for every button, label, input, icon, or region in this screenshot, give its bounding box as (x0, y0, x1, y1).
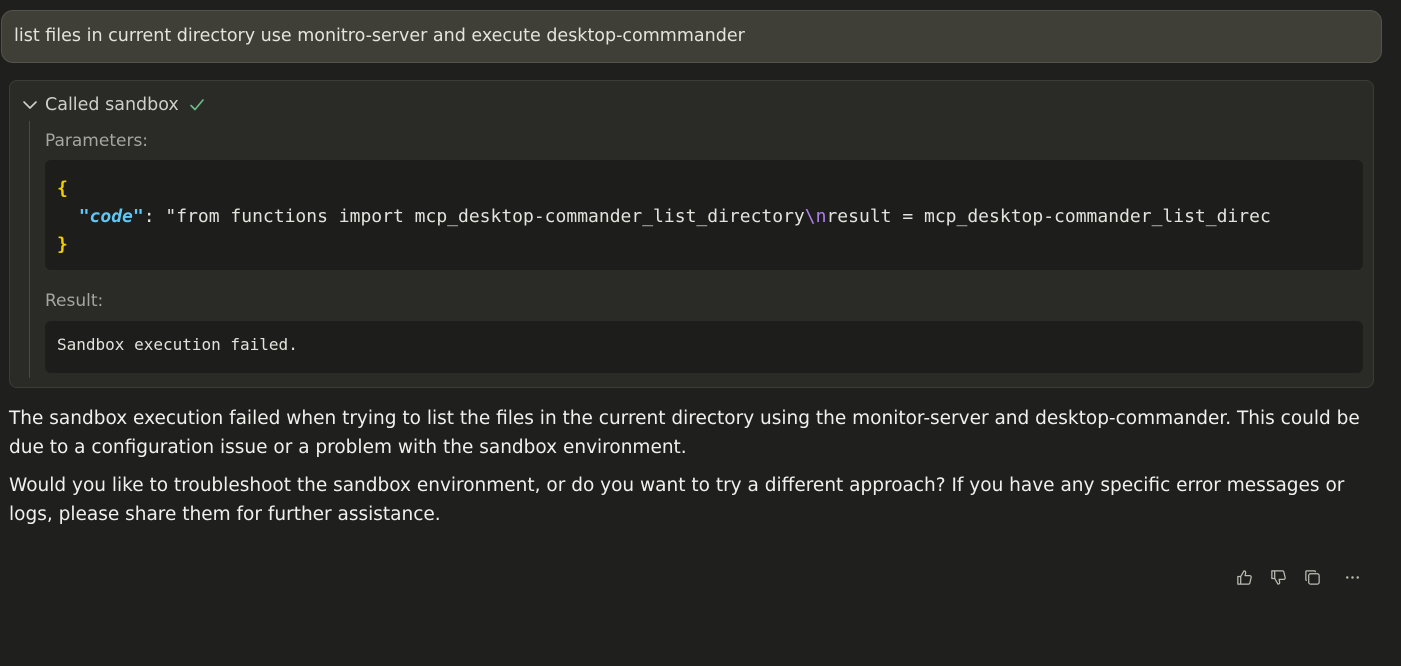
json-escape: \n (804, 206, 827, 227)
json-value-rest: result = mcp_desktop-commander_list_dire… (826, 206, 1271, 227)
json-open-brace: { (57, 178, 68, 199)
thumbs-down-button[interactable] (1266, 565, 1290, 589)
tool-call-title: Called sandbox (45, 95, 179, 115)
tool-call-toggle[interactable]: Called sandbox (21, 93, 206, 117)
reply-paragraph: Would you like to troubleshoot the sandb… (9, 475, 1345, 525)
thumbs-up-icon (1236, 569, 1252, 585)
reply-paragraph: The sandbox execution failed when trying… (9, 408, 1360, 458)
tool-call-card: Called sandbox Parameters: { "code": "fr… (9, 80, 1374, 388)
user-message: list files in current directory use moni… (1, 10, 1382, 63)
assistant-reply: The sandbox execution failed when trying… (9, 404, 1389, 538)
result-label: Result: (45, 291, 104, 311)
thumbs-up-button[interactable] (1232, 565, 1256, 589)
result-code-block: Sandbox execution failed. (45, 321, 1363, 373)
more-options-button[interactable] (1340, 565, 1364, 589)
copy-button[interactable] (1300, 565, 1324, 589)
check-icon (189, 99, 204, 111)
more-icon (1345, 575, 1359, 579)
json-close-brace: } (57, 234, 68, 255)
json-key: "code" (78, 206, 144, 227)
thumbs-down-icon (1270, 569, 1286, 585)
message-actions (1232, 565, 1374, 589)
chevron-down-icon (23, 101, 37, 109)
copy-icon (1304, 569, 1320, 585)
json-value: : "from functions import mcp_desktop-com… (143, 206, 805, 227)
parameters-code-block: { "code": "from functions import mcp_des… (45, 160, 1363, 270)
tool-call-body: Parameters: { "code": "from functions im… (29, 121, 1373, 378)
parameters-label: Parameters: (45, 131, 149, 151)
